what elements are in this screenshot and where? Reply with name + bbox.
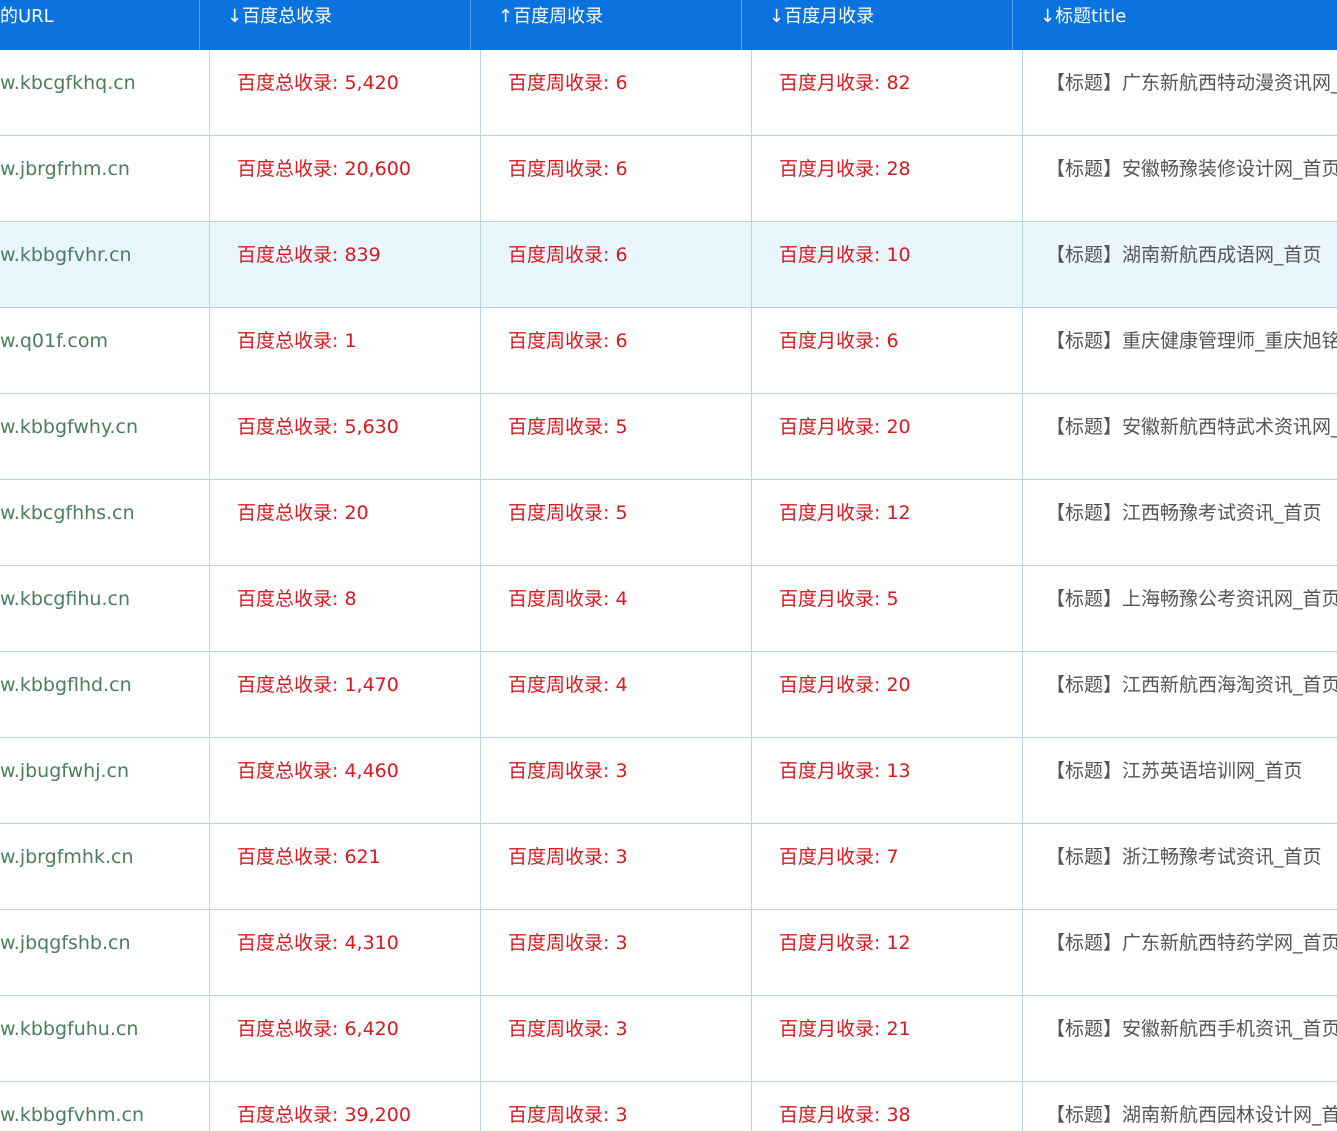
cell-weekly-index: 百度周收录: 6 [508, 72, 628, 94]
column-divider [751, 50, 752, 1131]
cell-weekly-index: 百度周收录: 6 [508, 158, 628, 180]
column-divider [209, 50, 210, 1131]
cell-weekly-index: 百度周收录: 3 [508, 1104, 628, 1126]
cell-weekly-index: 百度周收录: 4 [508, 588, 628, 610]
cell-title: 【标题】湖南新航西成语网_首页 [1046, 244, 1322, 266]
cell-url[interactable]: w.jbugfwhj.cn [0, 738, 209, 823]
cell-url[interactable]: w.q01f.com [0, 308, 209, 393]
table-row[interactable]: w.kbbgfvhr.cn 百度总收录: 839 百度周收录: 6 百度月收录: 10… [0, 222, 1337, 308]
cell-total-index: 百度总收录: 39,200 [237, 1104, 411, 1126]
cell-weekly-index: 百度周收录: 3 [508, 1018, 628, 1040]
cell-title: 【标题】广东新航西特药学网_首页 [1046, 932, 1337, 954]
cell-monthly-index: 百度月收录: 28 [779, 158, 911, 180]
cell-url[interactable]: w.kbbgfvhm.cn [0, 1082, 209, 1131]
cell-total-index: 百度总收录: 8 [237, 588, 357, 610]
column-divider [1022, 50, 1023, 1131]
cell-title: 【标题】安徽新航西特武术资讯网_ [1046, 416, 1337, 438]
cell-weekly-index: 百度周收录: 3 [508, 932, 628, 954]
cell-monthly-index: 百度月收录: 20 [779, 674, 911, 696]
cell-total-index: 百度总收录: 20,600 [237, 158, 411, 180]
cell-title: 【标题】湖南新航西园林设计网_首 [1046, 1104, 1337, 1126]
table-row[interactable]: w.jbqgfshb.cn 百度总收录: 4,310 百度周收录: 3 百度月收录: … [0, 910, 1337, 996]
table-row[interactable]: w.jbrgfrhm.cn 百度总收录: 20,600 百度周收录: 6 百度月收录:… [0, 136, 1337, 222]
table-row[interactable]: w.kbbgfuhu.cn 百度总收录: 6,420 百度周收录: 3 百度月收录: … [0, 996, 1337, 1082]
cell-url[interactable]: w.jbrgfrhm.cn [0, 136, 209, 221]
table-row[interactable]: w.jbugfwhj.cn 百度总收录: 4,460 百度周收录: 3 百度月收录: … [0, 738, 1337, 824]
data-table-viewport: 的URL ↓百度总收录 ↑百度周收录 ↓百度月收录 ↓标题title w.kbc… [0, 0, 1337, 1131]
cell-weekly-index: 百度周收录: 3 [508, 760, 628, 782]
cell-weekly-index: 百度周收录: 6 [508, 330, 628, 352]
cell-title: 【标题】上海畅豫公考资讯网_首页 [1046, 588, 1337, 610]
cell-total-index: 百度总收录: 5,420 [237, 72, 399, 94]
cell-title: 【标题】江西新航西海淘资讯_首页 [1046, 674, 1337, 696]
table-row[interactable]: w.kbcgfhhs.cn 百度总收录: 20 百度周收录: 5 百度月收录: 12 【… [0, 480, 1337, 566]
cell-weekly-index: 百度周收录: 3 [508, 846, 628, 868]
cell-title: 【标题】浙江畅豫考试资讯_首页 [1046, 846, 1322, 868]
cell-total-index: 百度总收录: 20 [237, 502, 369, 524]
cell-weekly-index: 百度周收录: 4 [508, 674, 628, 696]
header-title[interactable]: ↓标题title [1013, 0, 1337, 50]
cell-title: 【标题】安徽新航西手机资讯_首页 [1046, 1018, 1337, 1040]
cell-total-index: 百度总收录: 1,470 [237, 674, 399, 696]
table-body: w.kbcgfkhq.cn 百度总收录: 5,420 百度周收录: 6 百度月收录: … [0, 50, 1337, 1131]
cell-monthly-index: 百度月收录: 20 [779, 416, 911, 438]
cell-monthly-index: 百度月收录: 12 [779, 502, 911, 524]
cell-monthly-index: 百度月收录: 82 [779, 72, 911, 94]
table-row[interactable]: w.kbcgfkhq.cn 百度总收录: 5,420 百度周收录: 6 百度月收录: … [0, 50, 1337, 136]
cell-total-index: 百度总收录: 1 [237, 330, 357, 352]
table-row[interactable]: w.kbbgfvhm.cn 百度总收录: 39,200 百度周收录: 3 百度月收录:… [0, 1082, 1337, 1131]
header-total-index[interactable]: ↓百度总收录 [200, 0, 470, 50]
table-row[interactable]: w.kbcgfihu.cn 百度总收录: 8 百度周收录: 4 百度月收录: 5 【标题… [0, 566, 1337, 652]
cell-url[interactable]: w.jbrgfmhk.cn [0, 824, 209, 909]
table-row[interactable]: w.jbrgfmhk.cn 百度总收录: 621 百度周收录: 3 百度月收录: 7 【… [0, 824, 1337, 910]
cell-monthly-index: 百度月收录: 12 [779, 932, 911, 954]
table-header: 的URL ↓百度总收录 ↑百度周收录 ↓百度月收录 ↓标题title [0, 0, 1337, 50]
header-monthly-index[interactable]: ↓百度月收录 [742, 0, 1012, 50]
cell-monthly-index: 百度月收录: 5 [779, 588, 899, 610]
cell-title: 【标题】广东新航西特动漫资讯网_ [1046, 72, 1337, 94]
header-url[interactable]: 的URL [0, 0, 199, 50]
cell-weekly-index: 百度周收录: 6 [508, 244, 628, 266]
table-row[interactable]: w.kbbgfwhy.cn 百度总收录: 5,630 百度周收录: 5 百度月收录: … [0, 394, 1337, 480]
cell-title: 【标题】江西畅豫考试资讯_首页 [1046, 502, 1322, 524]
cell-title: 【标题】江苏英语培训网_首页 [1046, 760, 1303, 782]
cell-total-index: 百度总收录: 839 [237, 244, 381, 266]
cell-monthly-index: 百度月收录: 10 [779, 244, 911, 266]
cell-total-index: 百度总收录: 5,630 [237, 416, 399, 438]
cell-title: 【标题】安徽畅豫装修设计网_首页 [1046, 158, 1337, 180]
cell-weekly-index: 百度周收录: 5 [508, 416, 628, 438]
cell-monthly-index: 百度月收录: 7 [779, 846, 899, 868]
cell-url[interactable]: w.kbcgfkhq.cn [0, 50, 209, 135]
cell-weekly-index: 百度周收录: 5 [508, 502, 628, 524]
cell-total-index: 百度总收录: 4,460 [237, 760, 399, 782]
cell-title: 【标题】重庆健康管理师_重庆旭铭 [1046, 330, 1337, 352]
cell-total-index: 百度总收录: 6,420 [237, 1018, 399, 1040]
cell-url[interactable]: w.jbqgfshb.cn [0, 910, 209, 995]
cell-total-index: 百度总收录: 621 [237, 846, 381, 868]
cell-url[interactable]: w.kbcgfihu.cn [0, 566, 209, 651]
column-divider [480, 50, 481, 1131]
table-row[interactable]: w.q01f.com 百度总收录: 1 百度周收录: 6 百度月收录: 6 【标题】重庆… [0, 308, 1337, 394]
cell-monthly-index: 百度月收录: 13 [779, 760, 911, 782]
cell-url[interactable]: w.kbbgfvhr.cn [0, 222, 209, 307]
cell-monthly-index: 百度月收录: 21 [779, 1018, 911, 1040]
table-row[interactable]: w.kbbgflhd.cn 百度总收录: 1,470 百度周收录: 4 百度月收录: … [0, 652, 1337, 738]
cell-monthly-index: 百度月收录: 38 [779, 1104, 911, 1126]
cell-url[interactable]: w.kbbgflhd.cn [0, 652, 209, 737]
cell-url[interactable]: w.kbcgfhhs.cn [0, 480, 209, 565]
header-weekly-index[interactable]: ↑百度周收录 [471, 0, 741, 50]
cell-url[interactable]: w.kbbgfuhu.cn [0, 996, 209, 1081]
cell-monthly-index: 百度月收录: 6 [779, 330, 899, 352]
cell-url[interactable]: w.kbbgfwhy.cn [0, 394, 209, 479]
cell-total-index: 百度总收录: 4,310 [237, 932, 399, 954]
